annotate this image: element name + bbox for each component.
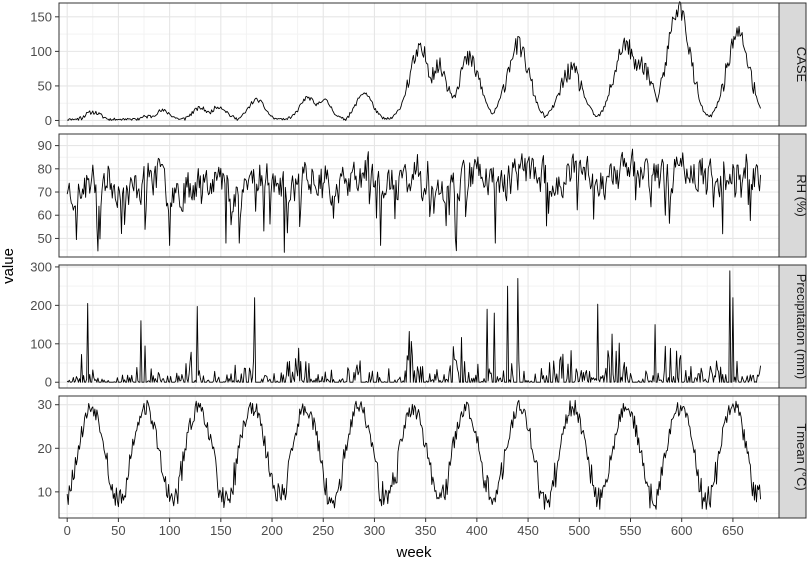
y-tick-label: 90 (38, 138, 52, 153)
x-tick-label: 250 (312, 523, 334, 538)
y-tick-label: 50 (38, 231, 52, 246)
y-tick-label: 80 (38, 161, 52, 176)
x-tick-label: 450 (517, 523, 539, 538)
x-tick-label: 550 (620, 523, 642, 538)
x-tick-label: 50 (111, 523, 125, 538)
strip-label: Precipitation (mm) (794, 274, 809, 379)
y-axis-title: value (0, 248, 17, 284)
faceted-line-chart: value week 050100150CASE5060708090RH (%)… (0, 1, 809, 561)
panel-tmean: 10 20 30 Tmean (°C) (38, 395, 809, 519)
panel-background (59, 3, 779, 126)
panel-background (59, 396, 779, 518)
y-tick-label: 30 (38, 397, 52, 412)
y-tick-label: 20 (38, 441, 52, 456)
x-tick-label: 0 (64, 523, 71, 538)
x-tick-label: 600 (671, 523, 693, 538)
panel-precipitation: 0 100 200 300 Precipitation (mm) (30, 259, 809, 389)
strip-label: RH (%) (794, 174, 809, 217)
y-tick-label: 150 (30, 9, 52, 24)
panel-case: 0 50 100 150 CASE (30, 1, 809, 128)
y-tick-label: 10 (38, 484, 52, 499)
x-tick-label: 400 (466, 523, 488, 538)
y-tick-label: 100 (30, 336, 52, 351)
y-tick-label: 0 (45, 113, 52, 128)
x-tick-label: 350 (415, 523, 437, 538)
x-tick-label: 200 (261, 523, 283, 538)
x-axis-title: week (395, 544, 432, 561)
y-tick-label: 70 (38, 185, 52, 200)
strip-label: Tmean (°C) (794, 423, 809, 490)
y-tick-label: 100 (30, 44, 52, 59)
x-tick-label: 500 (568, 523, 590, 538)
y-tick-label: 200 (30, 298, 52, 313)
x-tick-label: 100 (159, 523, 181, 538)
x-tick-label: 300 (364, 523, 386, 538)
y-tick-label: 50 (38, 78, 52, 93)
strip-label: CASE (794, 47, 809, 83)
panel-rh: 50 60 70 80 90 RH (%) (38, 133, 809, 258)
y-tick-label: 60 (38, 208, 52, 223)
y-tick-label: 300 (30, 259, 52, 274)
y-tick-label: 0 (45, 375, 52, 390)
x-tick-label: 150 (210, 523, 232, 538)
x-tick-label: 650 (722, 523, 744, 538)
